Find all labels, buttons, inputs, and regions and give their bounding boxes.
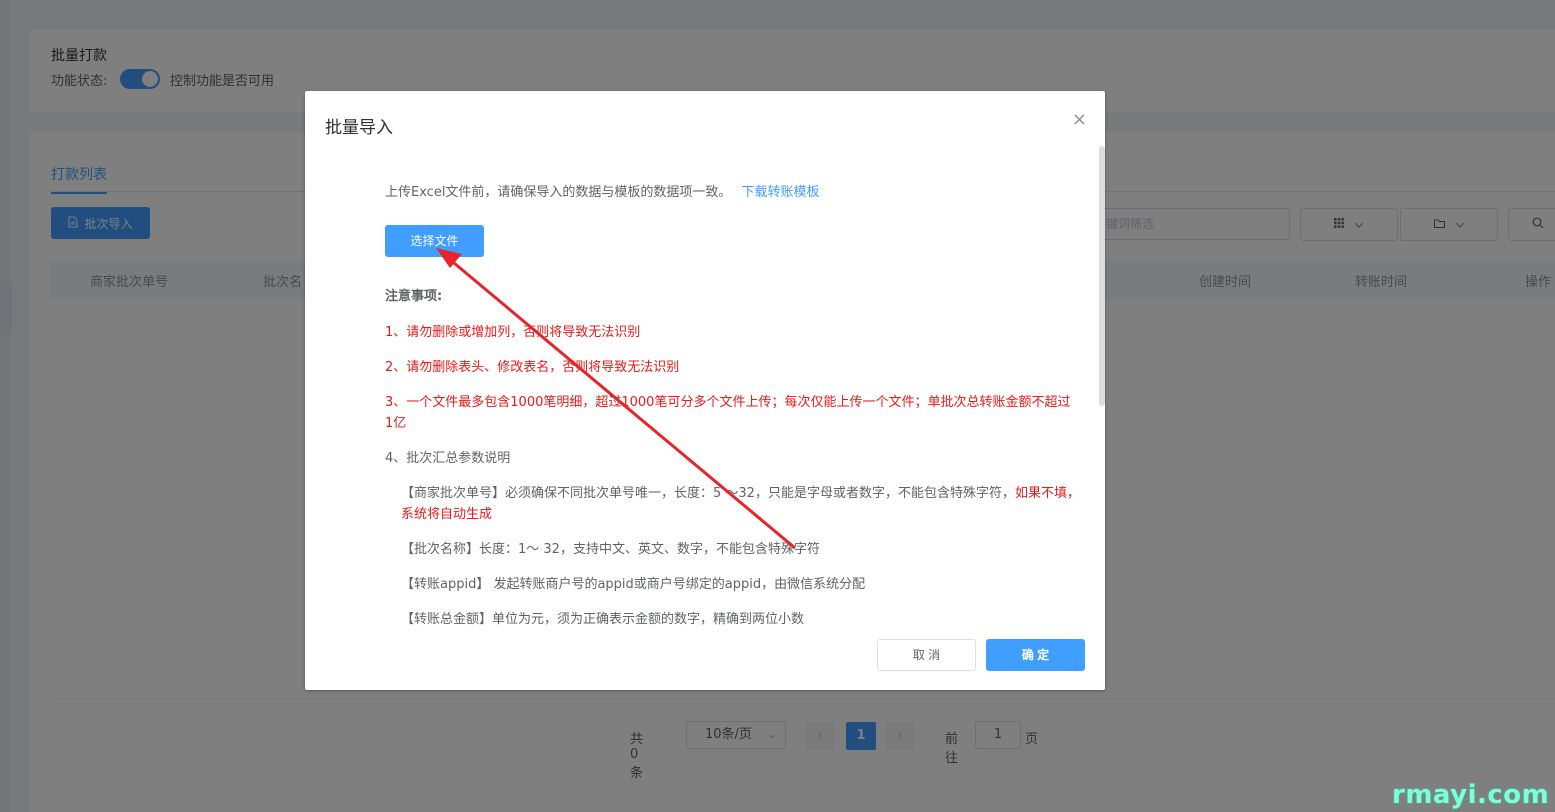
dialog-title: 批量导入 [325,118,393,138]
note-2: 2、请勿删除表头、修改表名，否则将导致无法识别 [385,360,680,375]
scrollbar-thumb[interactable] [1099,146,1105,406]
notes-title: 注意事项: [385,289,443,304]
note-1: 1、请勿删除或增加列，否则将导致无法识别 [385,325,641,340]
confirm-button[interactable]: 确 定 [986,639,1085,671]
upload-intro: 上传Excel文件前，请确保导入的数据与模板的数据项一致。 下载转账模板 [385,181,819,200]
upload-intro-text: 上传Excel文件前，请确保导入的数据与模板的数据项一致。 [385,185,732,200]
param-total-amount: 【转账总金额】单位为元，须为正确表示金额的数字，精确到两位小数 [401,612,805,627]
note-3: 3、一个文件最多包含1000笔明细，超过1000笔可分多个文件上传；每次仅能上传… [385,395,1071,431]
param-transfer-appid: 【转账appid】 发起转账商户号的appid或商户号绑定的appid，由微信系… [401,577,866,592]
close-icon[interactable]: × [1072,109,1087,130]
download-template-link[interactable]: 下载转账模板 [741,185,819,200]
param-merchant-batch-no-text: 【商家批次单号】必须确保不同批次单号唯一，长度：5 ～32，只能是字母或者数字，… [401,486,1015,501]
choose-file-button[interactable]: 选择文件 [385,225,484,257]
param-batch-name: 【批次名称】长度：1～ 32，支持中文、英文、数字，不能包含特殊字符 [401,542,820,557]
watermark-logo: rmayi.com [1392,780,1550,810]
batch-import-dialog: 批量导入 × 上传Excel文件前，请确保导入的数据与模板的数据项一致。 下载转账… [305,91,1105,690]
note-4: 4、批次汇总参数说明 [385,451,511,466]
param-merchant-batch-no: 【商家批次单号】必须确保不同批次单号唯一，长度：5 ～32，只能是字母或者数字，… [401,483,1081,525]
cancel-button[interactable]: 取 消 [877,639,976,671]
dialog-scrollbar[interactable] [1097,146,1105,406]
